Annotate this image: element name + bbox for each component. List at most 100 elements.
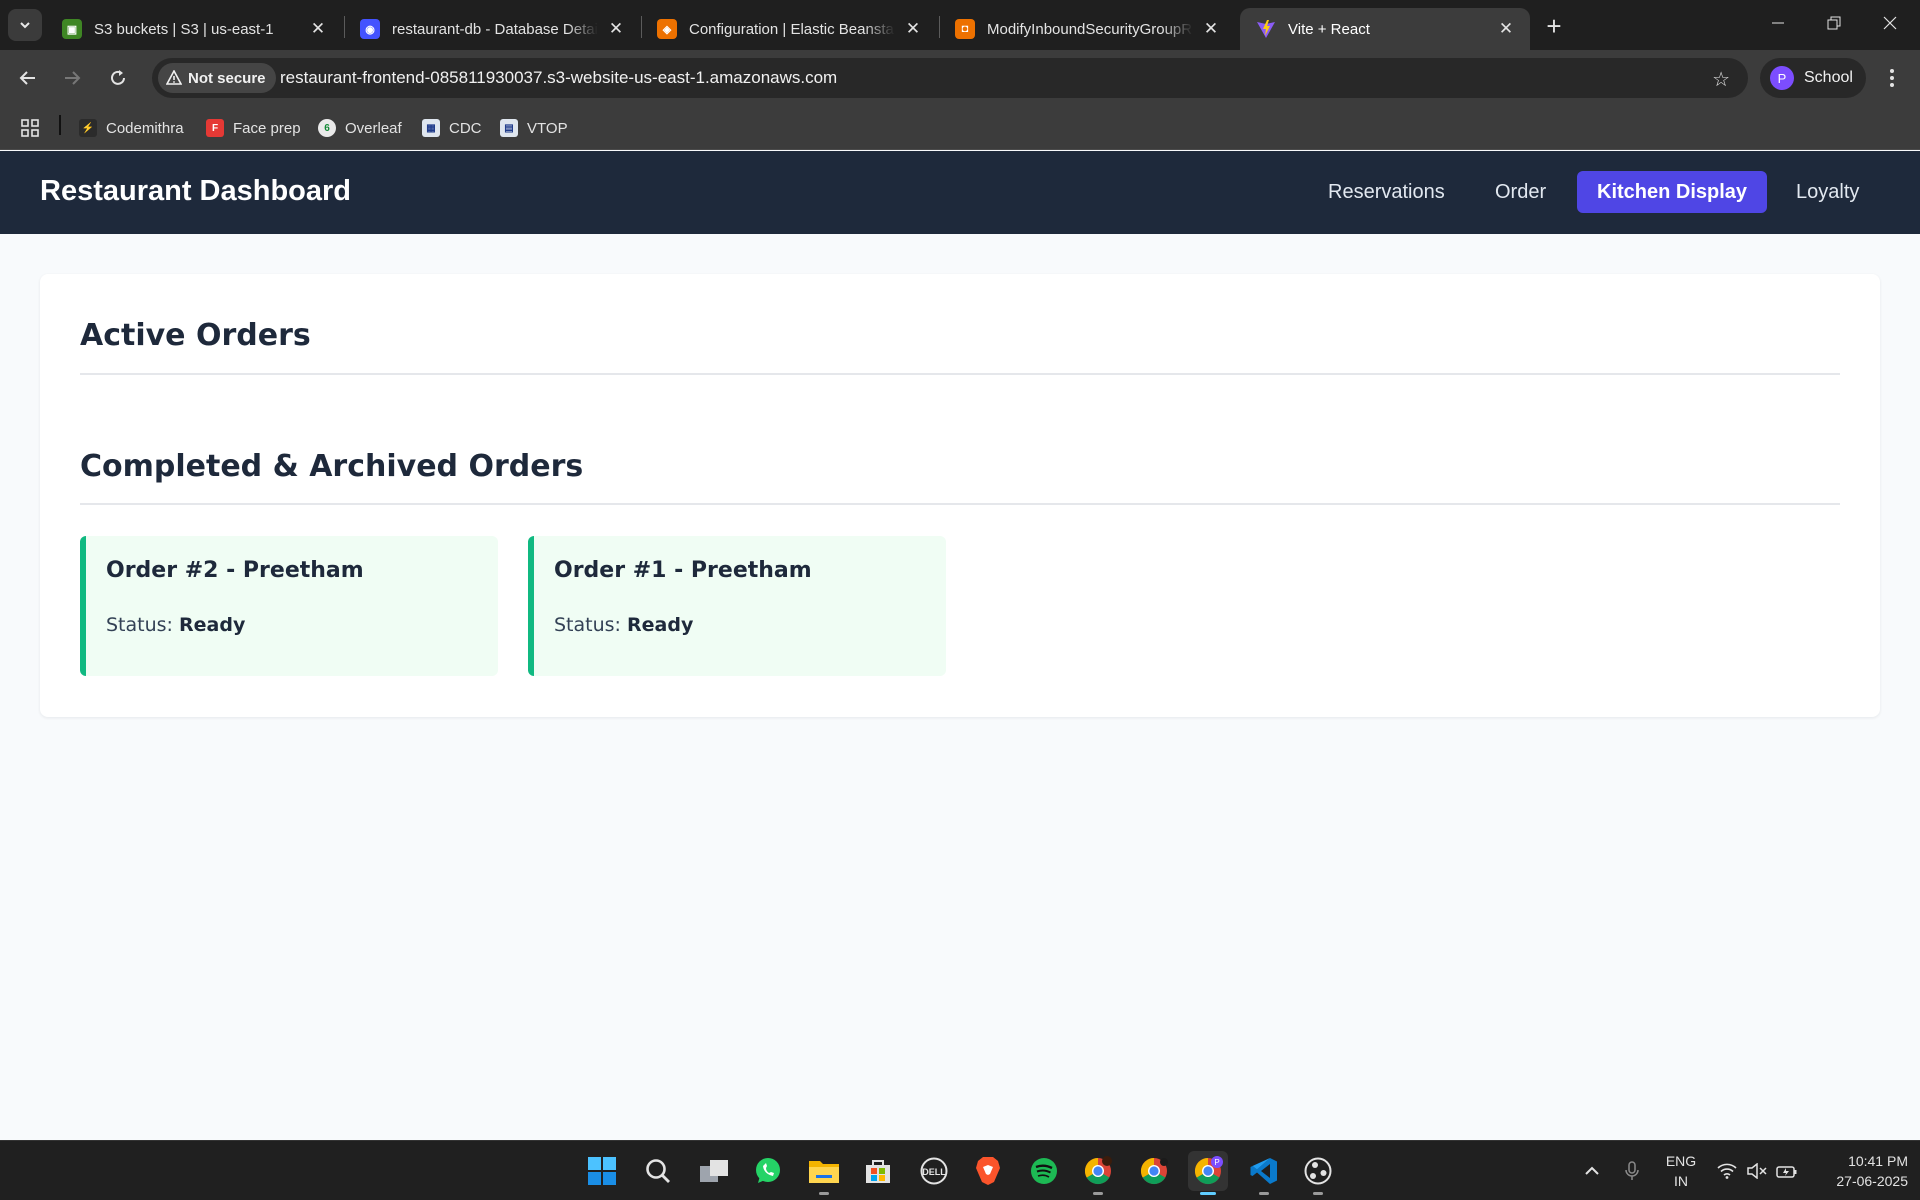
spotify-icon[interactable]: [1024, 1151, 1064, 1191]
bookmark-overleaf[interactable]: 6 Overleaf: [318, 115, 402, 141]
order-card: Order #1 - Preetham Status: Ready: [528, 536, 946, 676]
svg-text:DELL: DELL: [922, 1167, 946, 1177]
apps-shortcut[interactable]: [20, 115, 40, 141]
profile-name: School: [1804, 69, 1853, 86]
completed-orders-heading: Completed & Archived Orders: [80, 449, 584, 484]
bookmark-star-icon[interactable]: ☆: [1712, 67, 1730, 92]
system-clock[interactable]: 10:41 PM 27-06-2025: [1812, 1151, 1908, 1191]
chrome-icon[interactable]: [1134, 1151, 1174, 1191]
dell-icon[interactable]: DELL: [914, 1151, 954, 1191]
order-status: Status: Ready: [554, 614, 693, 636]
browser-menu-button[interactable]: [1878, 62, 1906, 94]
svg-text:P: P: [1214, 1158, 1219, 1167]
chrome-profile-icon[interactable]: P: [1188, 1151, 1228, 1195]
obs-icon[interactable]: [1298, 1151, 1338, 1195]
windows-taskbar: DELL P ENG IN 10:41 PM 27-06-2025: [0, 1140, 1920, 1200]
bookmark-vtop[interactable]: ▤ VTOP: [500, 115, 568, 141]
nav-order[interactable]: Order: [1475, 171, 1566, 213]
file-explorer-icon[interactable]: [804, 1151, 844, 1195]
order-title: Order #2 - Preetham: [106, 558, 364, 583]
close-icon[interactable]: ✕: [308, 19, 328, 39]
microphone-icon[interactable]: [1620, 1141, 1644, 1200]
wifi-icon[interactable]: [1714, 1141, 1740, 1200]
clock-date: 27-06-2025: [1836, 1173, 1908, 1189]
forward-button[interactable]: [56, 62, 88, 94]
microsoft-store-icon[interactable]: [858, 1151, 898, 1191]
region-code: IN: [1674, 1173, 1688, 1189]
address-bar[interactable]: Not secure restaurant-frontend-085811930…: [152, 58, 1748, 98]
back-button[interactable]: [12, 62, 44, 94]
url-text[interactable]: restaurant-frontend-085811930037.s3-webs…: [280, 68, 837, 88]
volume-muted-icon[interactable]: [1744, 1141, 1770, 1200]
tab-title: S3 buckets | S3 | us-east-1: [94, 20, 274, 38]
bookmark-cdc[interactable]: ▦ CDC: [422, 115, 482, 141]
tab-vite-react[interactable]: Vite + React ✕: [1240, 8, 1530, 50]
more-vertical-icon: [1890, 69, 1894, 87]
minimize-icon: [1772, 22, 1784, 24]
close-window-button[interactable]: [1862, 0, 1918, 46]
arrow-right-icon: [65, 71, 81, 85]
codemithra-icon: ⚡: [79, 119, 97, 137]
brave-icon[interactable]: [968, 1151, 1008, 1191]
chrome-icon[interactable]: [1078, 1151, 1118, 1195]
ec2-icon: ◘: [955, 19, 975, 39]
tab-title: Vite + React: [1288, 20, 1370, 38]
nav-reservations[interactable]: Reservations: [1308, 171, 1465, 213]
bookmark-label: Codemithra: [106, 119, 184, 137]
running-indicator: [1259, 1192, 1269, 1195]
profile-button[interactable]: P School: [1760, 58, 1866, 98]
vtop-icon: ▤: [500, 119, 518, 137]
apps-grid-icon: [21, 119, 39, 137]
s3-icon: ▣: [62, 19, 82, 39]
section-divider: [80, 503, 1840, 505]
close-icon: [1883, 16, 1897, 30]
bookmark-label: Overleaf: [345, 119, 402, 137]
close-icon[interactable]: ✕: [1496, 19, 1516, 39]
tab-restaurant-db[interactable]: ◉ restaurant-db - Database Details ✕: [344, 8, 640, 50]
reload-button[interactable]: [102, 62, 134, 94]
bookmark-face-prep[interactable]: F Face prep: [206, 115, 301, 141]
chevron-up-icon[interactable]: [1580, 1141, 1604, 1200]
tab-search-button[interactable]: [8, 9, 42, 41]
section-divider: [80, 373, 1840, 375]
close-icon[interactable]: ✕: [606, 19, 626, 39]
task-view-icon[interactable]: [694, 1151, 734, 1191]
site-info-chip[interactable]: Not secure: [158, 63, 276, 93]
whatsapp-icon[interactable]: [748, 1151, 788, 1191]
warning-icon: [166, 70, 182, 85]
restore-button[interactable]: [1806, 0, 1862, 46]
app-title: Restaurant Dashboard: [40, 175, 352, 207]
faceprep-icon: F: [206, 119, 224, 137]
reload-icon: [111, 70, 125, 85]
chevron-down-icon: [20, 22, 30, 29]
tab-modify-inbound-rules[interactable]: ◘ ModifyInboundSecurityGroupRules ✕: [939, 8, 1235, 50]
bookmark-codemithra[interactable]: ⚡ Codemithra: [79, 115, 184, 141]
close-icon[interactable]: ✕: [1201, 19, 1221, 39]
windows-start-icon[interactable]: [582, 1151, 622, 1191]
browser-toolbar: Not secure restaurant-frontend-085811930…: [0, 50, 1920, 106]
running-indicator: [1093, 1192, 1103, 1195]
minimize-button[interactable]: [1750, 0, 1806, 46]
tab-elastic-beanstalk[interactable]: ◈ Configuration | Elastic Beanstalk ✕: [641, 8, 937, 50]
battery-icon[interactable]: [1774, 1141, 1800, 1200]
active-orders-heading: Active Orders: [80, 318, 311, 353]
tab-s3-buckets[interactable]: ▣ S3 buckets | S3 | us-east-1 ✕: [46, 8, 342, 50]
bookmarks-bar: ⚡ Codemithra F Face prep 6 Overleaf ▦ CD…: [0, 106, 1920, 150]
new-tab-button[interactable]: +: [1538, 10, 1570, 42]
order-card: Order #2 - Preetham Status: Ready: [80, 536, 498, 676]
language-indicator[interactable]: ENG IN: [1662, 1151, 1700, 1191]
running-indicator: [1200, 1192, 1216, 1195]
close-icon[interactable]: ✕: [903, 19, 923, 39]
nav-loyalty[interactable]: Loyalty: [1776, 171, 1879, 213]
status-label: Status:: [106, 614, 173, 636]
bookmark-label: Face prep: [233, 119, 301, 137]
rds-icon: ◉: [360, 19, 380, 39]
restore-icon: [1827, 16, 1841, 30]
nav-kitchen-display[interactable]: Kitchen Display: [1577, 171, 1768, 213]
language-code: ENG: [1665, 1153, 1697, 1169]
search-icon[interactable]: [638, 1151, 678, 1191]
running-indicator: [1313, 1192, 1323, 1195]
tab-title: ModifyInboundSecurityGroupRules: [987, 20, 1193, 38]
vscode-icon[interactable]: [1244, 1151, 1284, 1195]
order-title: Order #1 - Preetham: [554, 558, 812, 583]
